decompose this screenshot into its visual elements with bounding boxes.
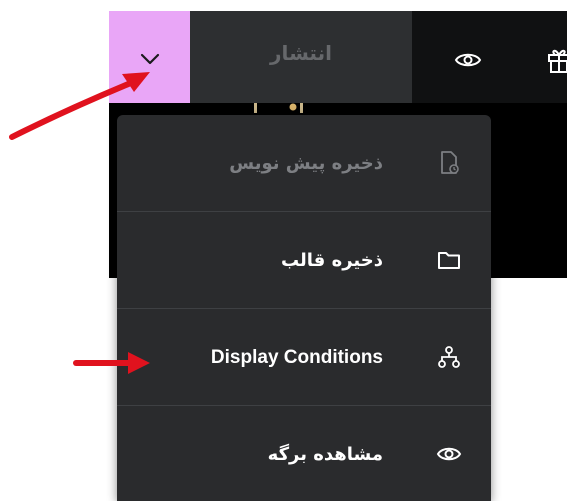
annotation-arrow-to-display-conditions <box>73 352 150 374</box>
screenshot-stage: انتشار ذخیره پیش نویس ذخیره قالب Display… <box>0 0 567 501</box>
